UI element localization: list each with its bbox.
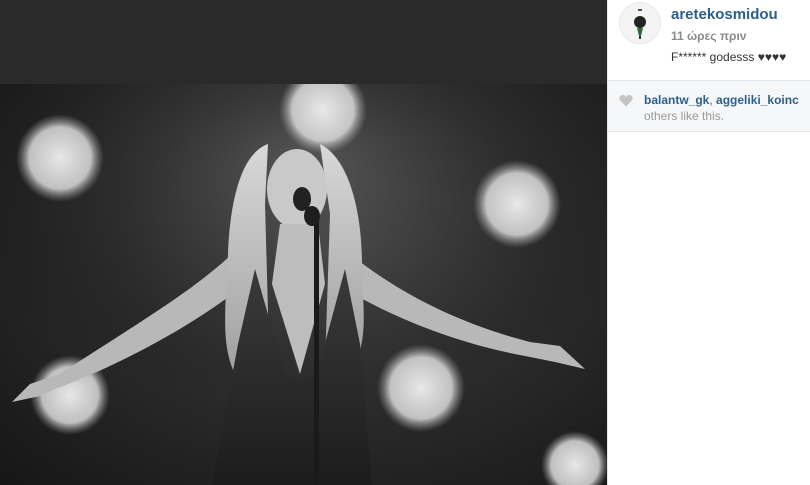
heart-icon[interactable] — [619, 94, 633, 107]
post-username[interactable]: aretekosmidou — [671, 6, 778, 23]
bokeh-light — [377, 344, 465, 432]
post-photo[interactable] — [0, 84, 607, 485]
post-timestamp[interactable]: 11 ώρες πριν — [671, 29, 746, 43]
top-dark-bar — [0, 0, 607, 84]
post-caption: F****** godesss ♥♥♥♥ — [671, 50, 787, 64]
liker-separator: , — [709, 93, 713, 107]
profile-avatar[interactable] — [619, 2, 661, 44]
post-sidebar: aretekosmidou 11 ώρες πριν F****** godes… — [607, 0, 810, 485]
divider — [608, 131, 810, 132]
bokeh-light — [473, 160, 561, 248]
liker-link[interactable]: balantw_gk — [644, 93, 709, 107]
liker-link[interactable]: aggeliki_koinc — [716, 93, 799, 107]
likers-list: balantw_gk, aggeliki_koinc — [644, 93, 810, 107]
avatar-emblem-icon — [634, 9, 646, 39]
photo-illustration — [0, 84, 607, 485]
others-like-text: others like this. — [644, 109, 725, 123]
bokeh-light — [16, 114, 104, 202]
